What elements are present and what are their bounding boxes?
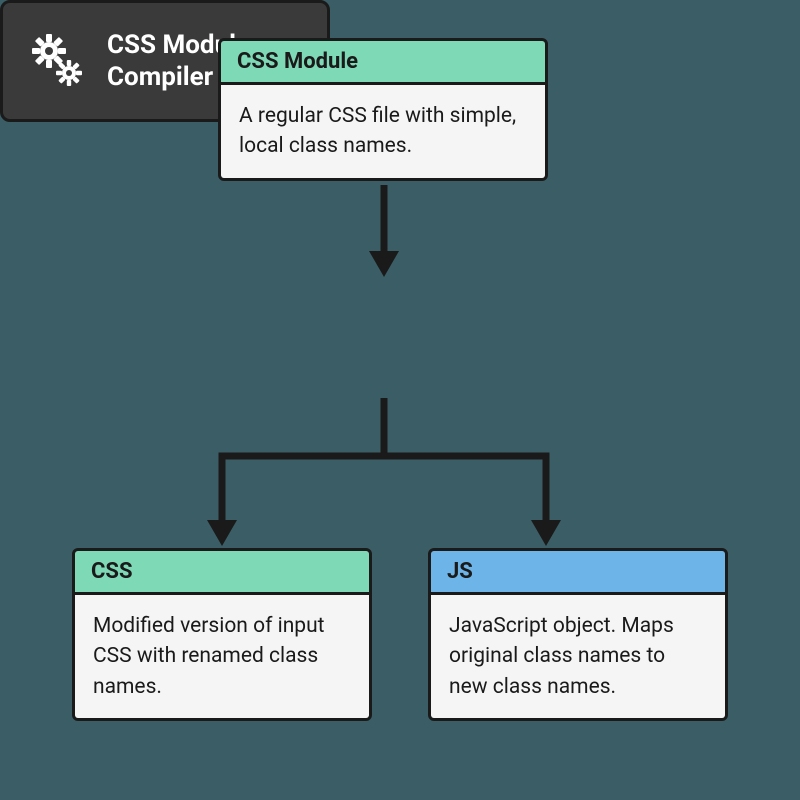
css-output-header: CSS <box>75 551 369 595</box>
css-output-body: Modified version of input CSS with renam… <box>75 595 369 718</box>
branch-arrows-icon <box>140 398 660 558</box>
js-output-body: JavaScript object. Maps original class n… <box>431 595 725 718</box>
gears-icon <box>25 29 89 93</box>
css-module-body: A regular CSS file with simple, local cl… <box>221 85 545 178</box>
js-output-box: JS JavaScript object. Maps original clas… <box>428 548 728 721</box>
css-output-box: CSS Modified version of input CSS with r… <box>72 548 372 721</box>
arrow-down-icon <box>360 185 408 281</box>
js-output-header: JS <box>431 551 725 595</box>
css-module-box: CSS Module A regular CSS file with simpl… <box>218 38 548 181</box>
css-module-header: CSS Module <box>221 41 545 85</box>
